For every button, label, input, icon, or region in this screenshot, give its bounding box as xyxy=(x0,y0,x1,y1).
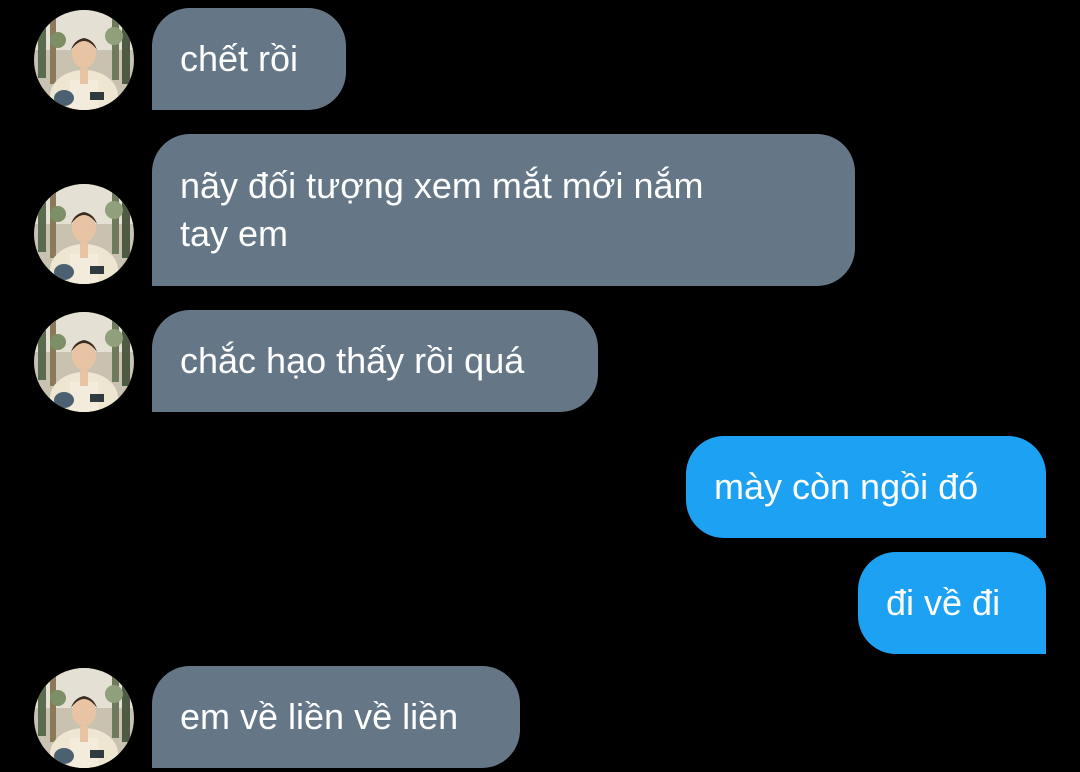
incoming-message-bubble[interactable]: nãy đối tượng xem mắt mới nắm tay em xyxy=(152,134,855,286)
incoming-message-bubble[interactable]: chắc hạo thấy rồi quá xyxy=(152,310,598,412)
avatar-icon xyxy=(34,184,134,284)
contact-avatar[interactable] xyxy=(34,10,134,110)
message-row: đi về đi xyxy=(0,552,1080,654)
avatar-icon xyxy=(34,668,134,768)
message-row: nãy đối tượng xem mắt mới nắm tay em xyxy=(0,134,1080,286)
message-row: chết rồi xyxy=(0,8,1080,110)
contact-avatar[interactable] xyxy=(34,184,134,284)
avatar-icon xyxy=(34,312,134,412)
message-row: chắc hạo thấy rồi quá xyxy=(0,310,1080,412)
outgoing-message-bubble[interactable]: mày còn ngồi đó xyxy=(686,436,1046,538)
contact-avatar[interactable] xyxy=(34,668,134,768)
incoming-message-bubble[interactable]: chết rồi xyxy=(152,8,346,110)
message-row: mày còn ngồi đó xyxy=(0,436,1080,538)
message-row: em về liền về liền xyxy=(0,666,1080,768)
incoming-message-bubble[interactable]: em về liền về liền xyxy=(152,666,520,768)
outgoing-message-bubble[interactable]: đi về đi xyxy=(858,552,1046,654)
contact-avatar[interactable] xyxy=(34,312,134,412)
avatar-icon xyxy=(34,10,134,110)
